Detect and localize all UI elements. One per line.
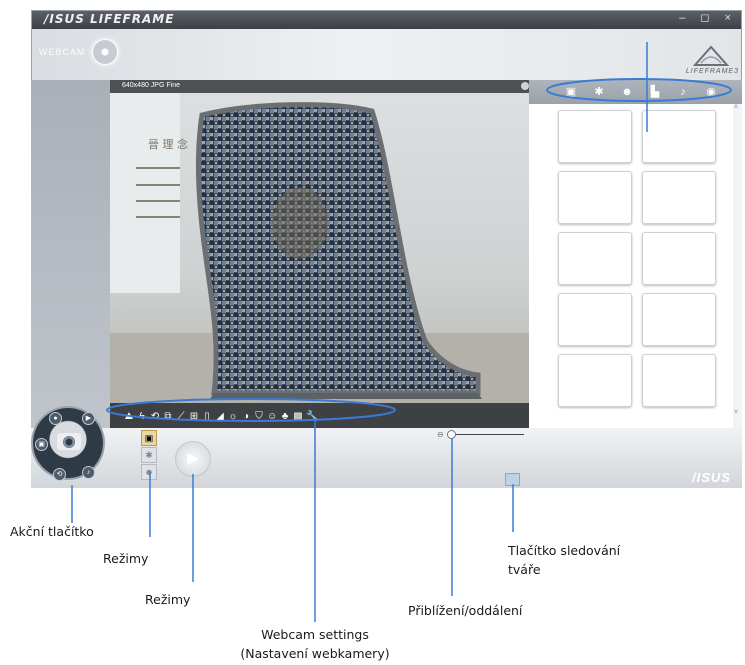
exposure-icon[interactable]: ⊞ [189, 412, 199, 422]
header-banner: WEBCAM LIFEFRAME3 [32, 29, 741, 81]
settings-icon[interactable]: ✱ [593, 86, 605, 98]
thumbnail-slot[interactable] [642, 232, 716, 285]
face-tracking-label-2: tváře [508, 562, 541, 577]
photo-mode-button[interactable]: ▣ [141, 430, 157, 446]
settings-mode-button[interactable]: ✱ [141, 447, 157, 463]
zoom-out-icon[interactable]: ⊖ [437, 430, 444, 439]
eye-icon[interactable]: ◉ [705, 86, 717, 98]
left-panel [31, 80, 110, 430]
color-effect-icon[interactable]: ♣ [280, 412, 290, 422]
action-video-icon[interactable]: ▶ [82, 412, 95, 425]
burst-icon[interactable]: ⧉ [163, 412, 173, 422]
scene-icon[interactable]: ⛰ [124, 412, 134, 422]
saturation-icon[interactable]: ◑ [241, 412, 251, 422]
webcam-settings-toolbar: ⛰ ϟ ⟲ ⧉ ⟋ ⊞ ▯ ◢ ☼ ◑ ⛉ ☺ ♣ ▩ 🔧 [110, 403, 532, 428]
thumbnail-slot[interactable] [558, 171, 632, 224]
camera-icon[interactable]: ▣ [565, 86, 577, 98]
title-bar: /ISUS LIFEFRAME – ◻ × [32, 11, 741, 29]
webcam-settings-label-1: Webcam settings [261, 627, 369, 642]
scroll-down-icon[interactable]: ˅ [734, 409, 738, 416]
measure-icon[interactable]: ⟋ [176, 412, 186, 422]
face-effect-icon[interactable]: ☺ [267, 412, 277, 422]
lifeframe-logo-text: LIFEFRAME3 [685, 68, 739, 75]
preview-image: 晉 理 念 [110, 93, 532, 403]
app-brand: /ISUS LIFEFRAME [44, 12, 175, 26]
thumbnail-slot[interactable] [642, 110, 716, 163]
action-timer-icon[interactable]: ⟲ [53, 468, 66, 481]
face-tracking-button[interactable] [505, 473, 520, 486]
action-photo-icon[interactable]: ▣ [35, 438, 48, 451]
modes-label-2: Režimy [145, 592, 191, 607]
play-button[interactable]: ▶ [175, 441, 211, 477]
face-mode-button[interactable]: ☻ [141, 464, 157, 480]
webcam-label: WEBCAM [39, 47, 86, 57]
resolution-info: 640x480 JPG Fine [122, 82, 180, 89]
camera-lens-icon [63, 436, 75, 448]
face-icon[interactable]: ☻ [621, 86, 633, 98]
thumbnail-slot[interactable] [558, 354, 632, 407]
thumbnail-slot[interactable] [558, 110, 632, 163]
action-button-label: Akční tlačítko [10, 524, 94, 539]
brightness-icon[interactable]: ☼ [228, 412, 238, 422]
thumbnail-slot[interactable] [642, 171, 716, 224]
window-controls[interactable]: – ◻ × [679, 11, 737, 24]
timer-icon[interactable]: ⟲ [150, 412, 160, 422]
webcam-toggle[interactable] [92, 39, 118, 65]
asus-logo: /ISUS [692, 470, 731, 485]
video-icon[interactable]: ▙ [649, 86, 661, 98]
gallery-scrollbar[interactable] [733, 104, 742, 430]
image-effect-icon[interactable]: ▩ [293, 412, 303, 422]
modes-label-1: Režimy [103, 551, 149, 566]
svg-text:晉 理 念: 晉 理 念 [148, 137, 188, 151]
frame-icon[interactable]: ▯ [202, 412, 212, 422]
face-tracking-label-1: Tlačítko sledování [508, 543, 621, 558]
zoom-slider-track[interactable] [452, 434, 524, 435]
thumbnail-slot[interactable] [558, 293, 632, 346]
wrench-icon[interactable]: 🔧 [306, 412, 318, 422]
bottom-bar [31, 428, 742, 488]
microphone-icon[interactable]: ♪ [677, 86, 689, 98]
thumbnail-slot[interactable] [642, 354, 716, 407]
thumbnail-slot[interactable] [558, 232, 632, 285]
action-audio-icon[interactable]: ♪ [82, 466, 95, 479]
action-effects-icon[interactable]: ● [49, 412, 62, 425]
thumbnail-slot[interactable] [642, 293, 716, 346]
zoom-label: Přiblížení/oddálení [408, 603, 523, 618]
contrast-icon[interactable]: ◢ [215, 412, 225, 422]
webcam-settings-label-2: (Nastavení webkamery) [240, 646, 390, 661]
scroll-up-icon[interactable]: ˄ [734, 104, 738, 111]
white-balance-icon[interactable]: ⛉ [254, 412, 264, 422]
zoom-slider-handle[interactable] [447, 430, 456, 439]
preview-capture-icon[interactable] [521, 82, 529, 90]
mode-tab-bar: ▣ ✱ ☻ ▙ ♪ ◉ [529, 80, 742, 104]
flash-icon[interactable]: ϟ [137, 412, 147, 422]
